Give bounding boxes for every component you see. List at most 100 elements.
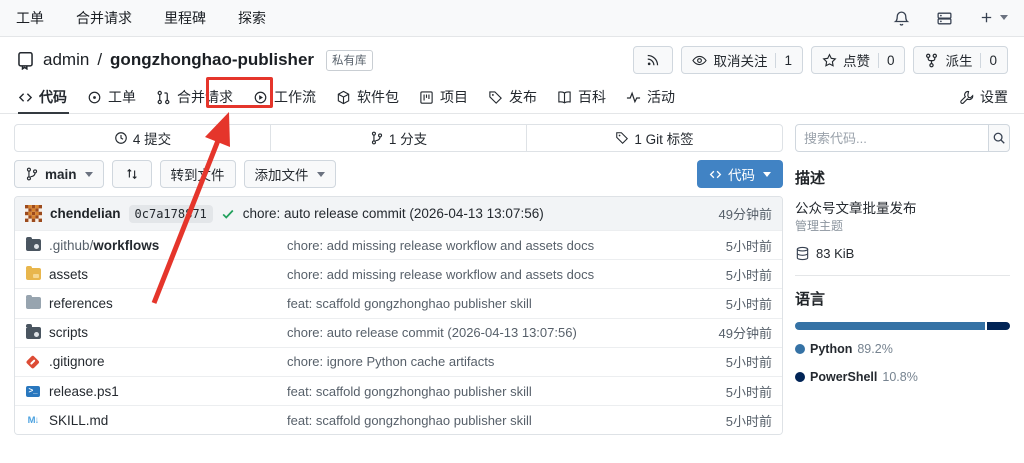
plus-icon (979, 10, 994, 25)
language-legend: Python 89.2% PowerShell 10.8% (795, 342, 1010, 384)
file-link[interactable]: >_ release.ps1 (25, 383, 287, 399)
tab-wiki[interactable]: 百科 (547, 81, 616, 113)
unwatch-button[interactable]: 取消关注 1 (681, 46, 803, 74)
nav-pull-requests[interactable]: 合并请求 (76, 8, 132, 28)
clock-icon (114, 131, 128, 145)
commit-status-check-icon[interactable] (221, 206, 235, 221)
powershell-dot-icon (795, 372, 805, 382)
language-item-powershell[interactable]: PowerShell 10.8% (795, 370, 918, 384)
star-icon (822, 53, 837, 68)
tab-issues[interactable]: 工单 (77, 81, 146, 113)
tab-projects[interactable]: 项目 (409, 81, 478, 113)
watch-count[interactable]: 1 (775, 53, 792, 68)
tag-icon (488, 90, 503, 105)
stat-commits[interactable]: 4 提交 (15, 125, 270, 151)
star-button[interactable]: 点赞 0 (811, 46, 906, 74)
tab-activity[interactable]: 活动 (616, 81, 685, 113)
file-link[interactable]: .github/workflows (25, 237, 287, 253)
fork-count[interactable]: 0 (980, 53, 997, 68)
file-commit-message[interactable]: feat: scaffold gongzhonghao publisher sk… (287, 384, 696, 399)
compare-button[interactable] (112, 160, 152, 188)
fork-icon (924, 53, 939, 68)
code-search (795, 124, 1010, 152)
divider (795, 275, 1010, 276)
code-icon (709, 168, 722, 181)
avatar[interactable] (25, 205, 42, 222)
tab-settings[interactable]: 设置 (959, 81, 1008, 113)
repo-name-link[interactable]: gongzhonghao-publisher (110, 50, 314, 70)
description-title: 描述 (795, 167, 1010, 188)
table-row: .gitignore chore: ignore Python cache ar… (15, 347, 782, 376)
commit-message[interactable]: chore: auto release commit (2026-04-13 1… (243, 206, 544, 221)
tab-pull-requests[interactable]: 合并请求 (146, 81, 243, 113)
tab-releases[interactable]: 发布 (478, 81, 547, 113)
search-input[interactable] (795, 124, 989, 152)
tab-actions[interactable]: 工作流 (243, 81, 326, 113)
tab-activity-label: 活动 (647, 87, 675, 107)
file-commit-time: 5小时前 (696, 294, 772, 313)
stat-branches[interactable]: 1 分支 (270, 125, 526, 151)
stat-tags-label: 1 Git 标签 (634, 128, 693, 148)
manage-topics-link[interactable]: 管理主题 (795, 219, 843, 233)
file-commit-time: 5小时前 (696, 411, 772, 430)
table-row: >_ release.ps1 feat: scaffold gongzhongh… (15, 376, 782, 405)
nav-milestones[interactable]: 里程碑 (164, 8, 206, 28)
create-new-dropdown[interactable] (979, 10, 1008, 25)
file-commit-message[interactable]: feat: scaffold gongzhonghao publisher sk… (287, 296, 696, 311)
commit-time: 49分钟前 (719, 204, 772, 223)
nav-issues[interactable]: 工单 (16, 8, 44, 28)
language-item-python[interactable]: Python 89.2% (795, 342, 893, 356)
commit-author[interactable]: chendelian (50, 206, 121, 221)
star-count[interactable]: 0 (878, 53, 895, 68)
commit-hash[interactable]: 0c7a178871 (129, 205, 213, 223)
server-icon[interactable] (936, 9, 953, 27)
file-commit-message[interactable]: feat: scaffold gongzhonghao publisher sk… (287, 413, 696, 428)
private-badge: 私有库 (326, 50, 373, 71)
language-segment-python[interactable] (795, 322, 985, 330)
file-link[interactable]: assets (25, 266, 287, 282)
compare-icon (125, 167, 139, 181)
file-link[interactable]: references (25, 295, 287, 311)
top-navbar: 工单 合并请求 里程碑 探索 (0, 0, 1024, 37)
tag-icon (615, 131, 629, 145)
repo-sidebar: 描述 公众号文章批量发布 管理主题 83 KiB 语言 Python 89.2%… (795, 124, 1010, 435)
tab-releases-label: 发布 (509, 87, 537, 107)
file-link[interactable]: scripts (25, 325, 287, 341)
language-percent: 89.2% (857, 342, 892, 356)
file-name: scripts (49, 325, 88, 340)
repo-size-value: 83 KiB (816, 246, 854, 261)
chevron-down-icon (1000, 15, 1008, 20)
bell-icon[interactable] (893, 9, 910, 27)
search-button[interactable] (989, 124, 1010, 152)
file-commit-message[interactable]: chore: add missing release workflow and … (287, 267, 696, 282)
rss-button[interactable] (633, 46, 673, 74)
folder-scripts-icon (25, 325, 41, 341)
folder-assets-icon (25, 266, 41, 282)
stat-tags[interactable]: 1 Git 标签 (526, 125, 782, 151)
folder-icon (25, 295, 41, 311)
repo-owner-link[interactable]: admin (43, 50, 89, 70)
goto-file-button[interactable]: 转到文件 (160, 160, 236, 188)
branch-selector[interactable]: main (14, 160, 104, 188)
rss-icon (646, 53, 660, 67)
file-commit-message[interactable]: chore: auto release commit (2026-04-13 1… (287, 325, 696, 340)
file-commit-time: 5小时前 (696, 265, 772, 284)
repo-main-panel: 4 提交 1 分支 1 Git 标签 main 转到文件 (14, 124, 783, 435)
fork-button[interactable]: 派生 0 (913, 46, 1008, 74)
code-download-button[interactable]: 代码 (697, 160, 783, 188)
code-icon (18, 90, 33, 105)
file-commit-message[interactable]: chore: ignore Python cache artifacts (287, 354, 696, 369)
file-link[interactable]: .gitignore (25, 354, 287, 370)
repo-stats-bar: 4 提交 1 分支 1 Git 标签 (14, 124, 783, 152)
repo-separator: / (97, 50, 102, 70)
powershell-icon: >_ (25, 383, 41, 399)
file-link[interactable]: M↓ SKILL.md (25, 412, 287, 428)
actions-play-icon (253, 90, 268, 105)
star-label: 点赞 (843, 50, 870, 70)
language-segment-powershell[interactable] (987, 322, 1010, 330)
add-file-button[interactable]: 添加文件 (244, 160, 336, 188)
tab-code[interactable]: 代码 (16, 81, 77, 113)
tab-packages[interactable]: 软件包 (326, 81, 409, 113)
nav-explore[interactable]: 探索 (238, 8, 266, 28)
file-commit-message[interactable]: chore: add missing release workflow and … (287, 238, 696, 253)
